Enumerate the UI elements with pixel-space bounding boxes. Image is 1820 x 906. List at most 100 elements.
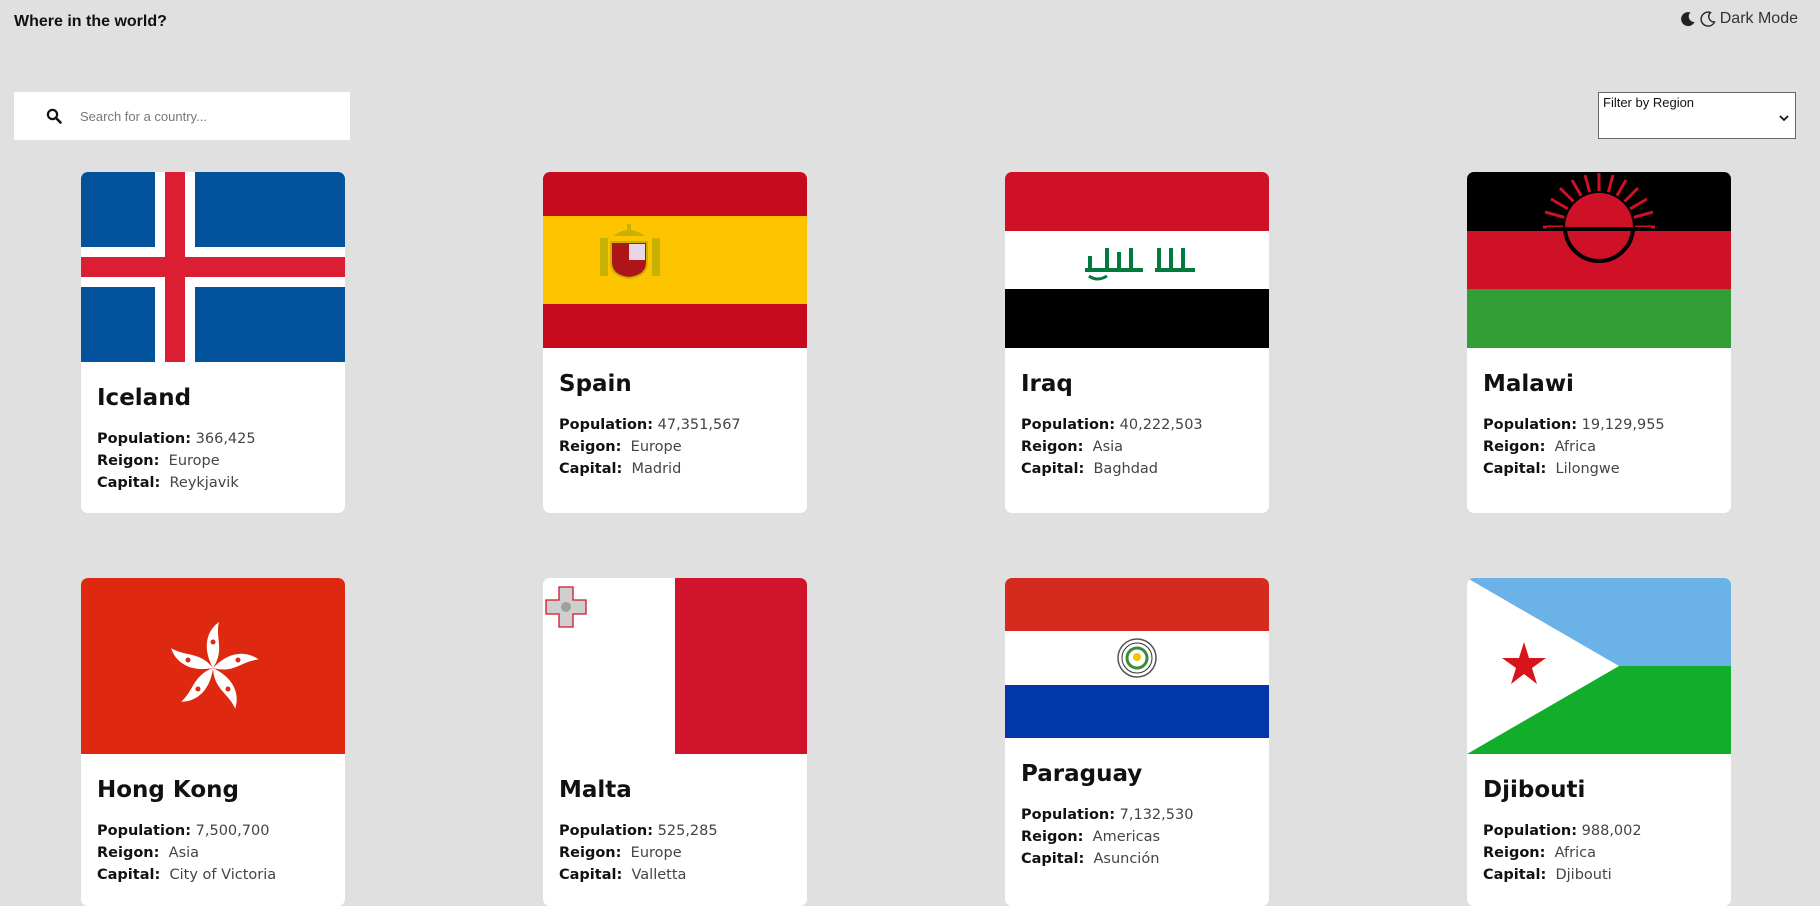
population-label: Population:: [1483, 417, 1578, 433]
paraguay-flag: [1005, 578, 1269, 738]
region-value: Europe: [630, 845, 682, 861]
capital-label: Capital:: [1021, 461, 1085, 477]
population-value: 988,002: [1581, 823, 1642, 839]
population-row: Population: 40,222,503: [1021, 414, 1253, 436]
search-box[interactable]: [14, 92, 350, 140]
population-value: 7,132,530: [1119, 807, 1194, 823]
population-value: 525,285: [657, 823, 718, 839]
capital-value: Valletta: [631, 867, 687, 883]
capital-label: Capital:: [559, 867, 623, 883]
capital-value: Madrid: [631, 461, 682, 477]
capital-row: Capital: Reykjavik: [97, 472, 329, 494]
chevron-down-icon: [1779, 110, 1789, 125]
capital-row: Capital: Madrid: [559, 458, 791, 480]
region-row: Reigon: Europe: [97, 450, 329, 472]
country-name: Malta: [559, 777, 632, 803]
region-row: Reigon: Africa: [1483, 842, 1715, 864]
moon-filled-icon: [1680, 11, 1696, 27]
malawi-flag: [1467, 172, 1731, 348]
population-row: Population: 47,351,567: [559, 414, 791, 436]
region-row: Reigon: Americas: [1021, 826, 1253, 848]
country-name: Paraguay: [1021, 761, 1143, 787]
country-name: Spain: [559, 371, 632, 397]
iceland-flag: [81, 172, 345, 362]
national-seal-icon: [1117, 638, 1157, 678]
country-card[interactable]: Djibouti Population: 988,002 Reigon: Afr…: [1467, 578, 1731, 906]
capital-label: Capital:: [1483, 867, 1547, 883]
region-label: Reigon:: [97, 845, 160, 861]
region-row: Reigon: Europe: [559, 842, 791, 864]
capital-value: Djibouti: [1555, 867, 1612, 883]
moon-outline-icon: [1700, 11, 1716, 27]
country-name: Hong Kong: [97, 777, 239, 803]
capital-row: Capital: Baghdad: [1021, 458, 1253, 480]
country-name: Djibouti: [1483, 777, 1586, 803]
dark-mode-toggle[interactable]: Dark Mode: [1680, 10, 1798, 28]
population-value: 40,222,503: [1119, 417, 1203, 433]
capital-row: Capital: Lilongwe: [1483, 458, 1715, 480]
population-label: Population:: [97, 431, 192, 447]
population-row: Population: 366,425: [97, 428, 329, 450]
population-label: Population:: [1021, 807, 1116, 823]
capital-label: Capital:: [1483, 461, 1547, 477]
region-row: Reigon: Asia: [1021, 436, 1253, 458]
region-value: Africa: [1554, 845, 1597, 861]
region-row: Reigon: Africa: [1483, 436, 1715, 458]
country-card[interactable]: Malta Population: 525,285 Reigon: Europe…: [543, 578, 807, 906]
country-card[interactable]: Spain Population: 47,351,567 Reigon: Eur…: [543, 172, 807, 513]
population-label: Population:: [559, 417, 654, 433]
population-label: Population:: [1483, 823, 1578, 839]
capital-row: Capital: City of Victoria: [97, 864, 329, 886]
region-label: Reigon:: [559, 439, 622, 455]
header: Where in the world? Dark Mode: [0, 0, 1820, 44]
population-label: Population:: [1021, 417, 1116, 433]
region-label: Reigon:: [1483, 439, 1546, 455]
capital-label: Capital:: [97, 475, 161, 491]
dark-mode-label: Dark Mode: [1719, 10, 1798, 27]
malta-flag: [543, 578, 807, 754]
country-name: Iraq: [1021, 371, 1073, 397]
region-value: Europe: [168, 453, 220, 469]
population-row: Population: 525,285: [559, 820, 791, 842]
population-value: 366,425: [195, 431, 256, 447]
capital-value: Reykjavik: [169, 475, 239, 491]
region-label: Reigon:: [1021, 829, 1084, 845]
population-row: Population: 7,500,700: [97, 820, 329, 842]
hong-kong-flag: [81, 578, 345, 754]
capital-value: Lilongwe: [1555, 461, 1620, 477]
population-row: Population: 7,132,530: [1021, 804, 1253, 826]
search-icon: [46, 108, 62, 124]
search-input[interactable]: [78, 107, 322, 125]
population-row: Population: 988,002: [1483, 820, 1715, 842]
country-card[interactable]: Malawi Population: 19,129,955 Reigon: Af…: [1467, 172, 1731, 513]
country-card[interactable]: Paraguay Population: 7,132,530 Reigon: A…: [1005, 578, 1269, 906]
country-card[interactable]: Hong Kong Population: 7,500,700 Reigon: …: [81, 578, 345, 906]
spain-flag: [543, 172, 807, 348]
region-label: Reigon:: [559, 845, 622, 861]
iraq-flag: [1005, 172, 1269, 348]
region-label: Reigon:: [1021, 439, 1084, 455]
region-row: Reigon: Europe: [559, 436, 791, 458]
country-card[interactable]: Iceland Population: 366,425 Reigon: Euro…: [81, 172, 345, 513]
capital-row: Capital: Asunción: [1021, 848, 1253, 870]
population-value: 19,129,955: [1581, 417, 1665, 433]
country-card[interactable]: Iraq Population: 40,222,503 Reigon: Asia…: [1005, 172, 1269, 513]
region-label: Reigon:: [97, 453, 160, 469]
region-label: Reigon:: [1483, 845, 1546, 861]
capital-value: Asunción: [1093, 851, 1160, 867]
region-value: Asia: [1092, 439, 1124, 455]
region-value: Africa: [1554, 439, 1597, 455]
capital-value: Baghdad: [1093, 461, 1159, 477]
region-filter-label: Filter by Region: [1603, 95, 1695, 110]
capital-label: Capital:: [1021, 851, 1085, 867]
capital-label: Capital:: [97, 867, 161, 883]
region-row: Reigon: Asia: [97, 842, 329, 864]
region-filter-select[interactable]: Filter by Region: [1598, 92, 1796, 139]
country-name: Malawi: [1483, 371, 1574, 397]
capital-row: Capital: Valletta: [559, 864, 791, 886]
population-label: Population:: [97, 823, 192, 839]
capital-label: Capital:: [559, 461, 623, 477]
region-value: Americas: [1092, 829, 1161, 845]
djibouti-flag: [1467, 578, 1731, 754]
population-label: Population:: [559, 823, 654, 839]
